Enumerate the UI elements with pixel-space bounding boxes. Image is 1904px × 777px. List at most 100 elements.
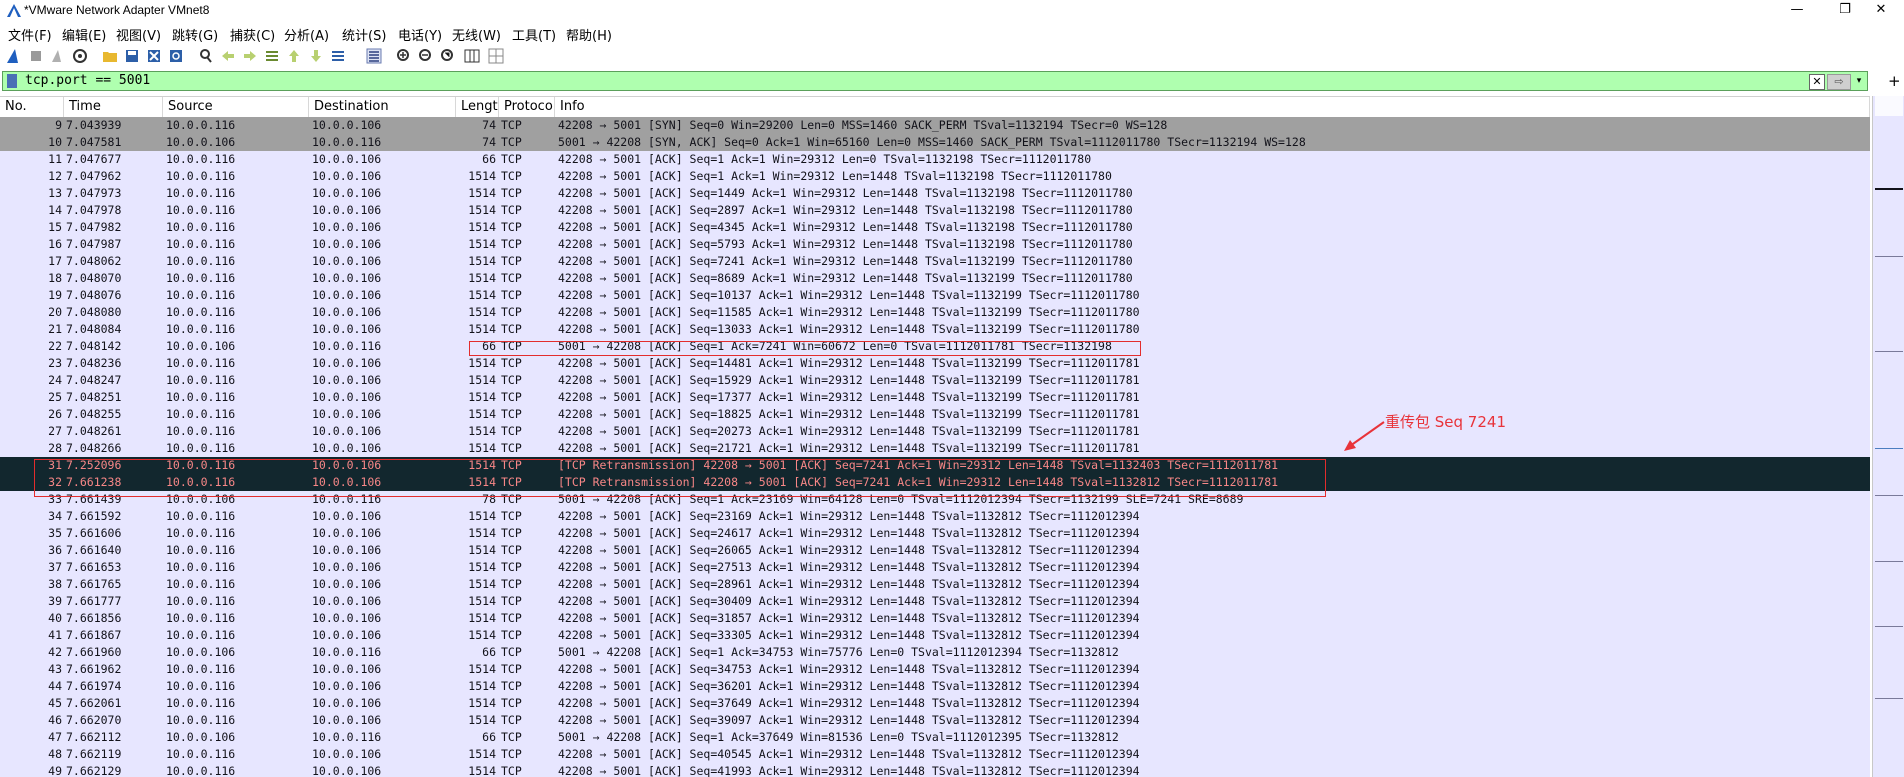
packet-row[interactable]: 35 7.661606 10.0.0.116 10.0.0.106 1514 TCP 422… xyxy=(0,525,1870,542)
autoscroll-icon[interactable] xyxy=(330,48,346,64)
menu-capture[interactable]: 捕获(C) xyxy=(230,25,275,44)
packet-row[interactable]: 45 7.662061 10.0.0.116 10.0.0.106 1514 TCP 422… xyxy=(0,695,1870,712)
packet-row[interactable]: 43 7.661962 10.0.0.116 10.0.0.106 1514 TCP 422… xyxy=(0,661,1870,678)
menu-tools[interactable]: 工具(T) xyxy=(512,25,556,44)
packet-row[interactable]: 9 7.043939 10.0.0.116 10.0.0.106 74 TCP 42208 … xyxy=(0,117,1870,134)
packet-row[interactable]: 24 7.048247 10.0.0.116 10.0.0.106 1514 TCP 422… xyxy=(0,372,1870,389)
packet-row[interactable]: 34 7.661592 10.0.0.116 10.0.0.106 1514 TCP 422… xyxy=(0,508,1870,525)
filter-text[interactable]: tcp.port == 5001 xyxy=(25,73,150,88)
menu-go[interactable]: 跳转(G) xyxy=(172,25,218,44)
packet-row[interactable]: 37 7.661653 10.0.0.116 10.0.0.106 1514 TCP 422… xyxy=(0,559,1870,576)
packet-row[interactable]: 13 7.047973 10.0.0.116 10.0.0.106 1514 TCP 422… xyxy=(0,185,1870,202)
clear-filter-button[interactable]: ✕ xyxy=(1809,74,1825,90)
packet-row[interactable]: 15 7.047982 10.0.0.116 10.0.0.106 1514 TCP 422… xyxy=(0,219,1870,236)
packet-time: 7.662061 xyxy=(66,696,122,710)
menu-edit[interactable]: 编辑(E) xyxy=(62,25,106,44)
go-to-packet-icon[interactable] xyxy=(264,48,280,64)
packet-protocol: TCP xyxy=(501,135,522,149)
packet-row[interactable]: 28 7.048266 10.0.0.116 10.0.0.106 1514 TCP 422… xyxy=(0,440,1870,457)
packet-protocol: TCP xyxy=(501,373,522,387)
menu-telephony[interactable]: 电话(Y) xyxy=(398,25,442,44)
packet-row[interactable]: 11 7.047677 10.0.0.116 10.0.0.106 66 TCP 42208… xyxy=(0,151,1870,168)
column-no[interactable]: No. xyxy=(0,97,64,117)
packet-length: 1514 xyxy=(468,679,496,693)
packet-info: 5001 → 42208 [ACK] Seq=1 Ack=23169 Win=6… xyxy=(558,492,1244,506)
packet-row[interactable]: 27 7.048261 10.0.0.116 10.0.0.106 1514 TCP 422… xyxy=(0,423,1870,440)
add-filter-button-button[interactable]: + xyxy=(1888,72,1901,90)
column-info[interactable]: Info xyxy=(555,97,1870,117)
packet-row[interactable]: 44 7.661974 10.0.0.116 10.0.0.106 1514 TCP 422… xyxy=(0,678,1870,695)
packet-row[interactable]: 12 7.047962 10.0.0.116 10.0.0.106 1514 TCP 422… xyxy=(0,168,1870,185)
display-filter-input[interactable]: tcp.port == 5001 ✕ ⇨ ▾ xyxy=(2,71,1868,91)
packet-protocol: TCP xyxy=(501,237,522,251)
go-back-icon[interactable] xyxy=(220,48,236,64)
packet-row[interactable]: 22 7.048142 10.0.0.106 10.0.0.116 66 TCP 5001 … xyxy=(0,338,1870,355)
menu-wireless[interactable]: 无线(W) xyxy=(452,25,501,44)
packet-row[interactable]: 18 7.048070 10.0.0.116 10.0.0.106 1514 TCP 422… xyxy=(0,270,1870,287)
packet-protocol: TCP xyxy=(501,509,522,523)
packet-row[interactable]: 42 7.661960 10.0.0.106 10.0.0.116 66 TCP 5001 … xyxy=(0,644,1870,661)
packet-row[interactable]: 25 7.048251 10.0.0.116 10.0.0.106 1514 TCP 422… xyxy=(0,389,1870,406)
colorize-icon[interactable] xyxy=(366,48,382,64)
normal-size-icon[interactable] xyxy=(440,48,456,64)
packet-row[interactable]: 41 7.661867 10.0.0.116 10.0.0.106 1514 TCP 422… xyxy=(0,627,1870,644)
packet-destination: 10.0.0.116 xyxy=(312,730,382,744)
filter-history-dropdown[interactable]: ▾ xyxy=(1853,74,1865,88)
column-source[interactable]: Source xyxy=(163,97,309,117)
menu-help[interactable]: 帮助(H) xyxy=(566,25,612,44)
packet-row[interactable]: 40 7.661856 10.0.0.116 10.0.0.106 1514 TCP 422… xyxy=(0,610,1870,627)
packet-row[interactable]: 49 7.662129 10.0.0.116 10.0.0.106 1514 TCP 422… xyxy=(0,763,1870,777)
open-file-icon[interactable] xyxy=(102,48,118,64)
packet-list[interactable]: 9 7.043939 10.0.0.116 10.0.0.106 74 TCP 42208 … xyxy=(0,117,1870,777)
packet-info: 42208 → 5001 [ACK] Seq=30409 Ack=1 Win=2… xyxy=(558,594,1140,608)
save-file-icon[interactable] xyxy=(124,48,140,64)
column-length[interactable]: Lengt xyxy=(456,97,499,117)
apply-filter-button[interactable]: ⇨ xyxy=(1827,74,1851,90)
packet-row[interactable]: 32 7.661238 10.0.0.116 10.0.0.106 1514 TCP [TC… xyxy=(0,474,1870,491)
packet-row[interactable]: 14 7.047978 10.0.0.116 10.0.0.106 1514 TCP 422… xyxy=(0,202,1870,219)
close-button[interactable]: ✕ xyxy=(1858,0,1904,22)
menu-file[interactable]: 文件(F) xyxy=(8,25,52,44)
packet-row[interactable]: 36 7.661640 10.0.0.116 10.0.0.106 1514 TCP 422… xyxy=(0,542,1870,559)
shark-fin-start-icon[interactable] xyxy=(6,48,22,64)
menu-statistics[interactable]: 统计(S) xyxy=(342,25,386,44)
stop-icon[interactable] xyxy=(28,48,44,64)
packet-time: 7.661653 xyxy=(66,560,122,574)
reload-icon[interactable] xyxy=(168,48,184,64)
first-packet-icon[interactable] xyxy=(286,48,302,64)
column-destination[interactable]: Destination xyxy=(309,97,456,117)
last-packet-icon[interactable] xyxy=(308,48,324,64)
column-time[interactable]: Time xyxy=(64,97,163,117)
find-packet-icon[interactable] xyxy=(198,48,214,64)
layout-icon[interactable] xyxy=(488,48,504,64)
packet-minimap-scrollbar[interactable] xyxy=(1872,96,1904,777)
packet-row[interactable]: 21 7.048084 10.0.0.116 10.0.0.106 1514 TCP 422… xyxy=(0,321,1870,338)
restart-icon[interactable] xyxy=(50,48,66,64)
resize-columns-icon[interactable] xyxy=(464,48,480,64)
packet-time: 7.048255 xyxy=(66,407,122,421)
packet-row[interactable]: 10 7.047581 10.0.0.106 10.0.0.116 74 TCP 5001 … xyxy=(0,134,1870,151)
packet-row[interactable]: 26 7.048255 10.0.0.116 10.0.0.106 1514 TCP 422… xyxy=(0,406,1870,423)
packet-row[interactable]: 19 7.048076 10.0.0.116 10.0.0.106 1514 TCP 422… xyxy=(0,287,1870,304)
go-forward-icon[interactable] xyxy=(242,48,258,64)
packet-row[interactable]: 23 7.048236 10.0.0.116 10.0.0.106 1514 TCP 422… xyxy=(0,355,1870,372)
minimize-button[interactable]: — xyxy=(1774,0,1820,22)
column-protocol[interactable]: Protoco xyxy=(499,97,555,117)
packet-row[interactable]: 48 7.662119 10.0.0.116 10.0.0.106 1514 TCP 422… xyxy=(0,746,1870,763)
zoom-in-icon[interactable] xyxy=(396,48,412,64)
zoom-out-icon[interactable] xyxy=(418,48,434,64)
packet-row[interactable]: 31 7.252096 10.0.0.116 10.0.0.106 1514 TCP [TC… xyxy=(0,457,1870,474)
packet-row[interactable]: 46 7.662070 10.0.0.116 10.0.0.106 1514 TCP 422… xyxy=(0,712,1870,729)
menu-view[interactable]: 视图(V) xyxy=(116,25,161,44)
capture-options-icon[interactable] xyxy=(72,48,88,64)
packet-row[interactable]: 47 7.662112 10.0.0.106 10.0.0.116 66 TCP 5001 … xyxy=(0,729,1870,746)
packet-row[interactable]: 16 7.047987 10.0.0.116 10.0.0.106 1514 TCP 422… xyxy=(0,236,1870,253)
bookmark-icon[interactable] xyxy=(7,74,17,88)
menu-analyze[interactable]: 分析(A) xyxy=(284,25,329,44)
close-file-icon[interactable] xyxy=(146,48,162,64)
packet-row[interactable]: 17 7.048062 10.0.0.116 10.0.0.106 1514 TCP 422… xyxy=(0,253,1870,270)
packet-row[interactable]: 38 7.661765 10.0.0.116 10.0.0.106 1514 TCP 422… xyxy=(0,576,1870,593)
packet-row[interactable]: 20 7.048080 10.0.0.116 10.0.0.106 1514 TCP 422… xyxy=(0,304,1870,321)
packet-row[interactable]: 39 7.661777 10.0.0.116 10.0.0.106 1514 TCP 422… xyxy=(0,593,1870,610)
packet-row[interactable]: 33 7.661439 10.0.0.106 10.0.0.116 78 TCP 5001 … xyxy=(0,491,1870,508)
